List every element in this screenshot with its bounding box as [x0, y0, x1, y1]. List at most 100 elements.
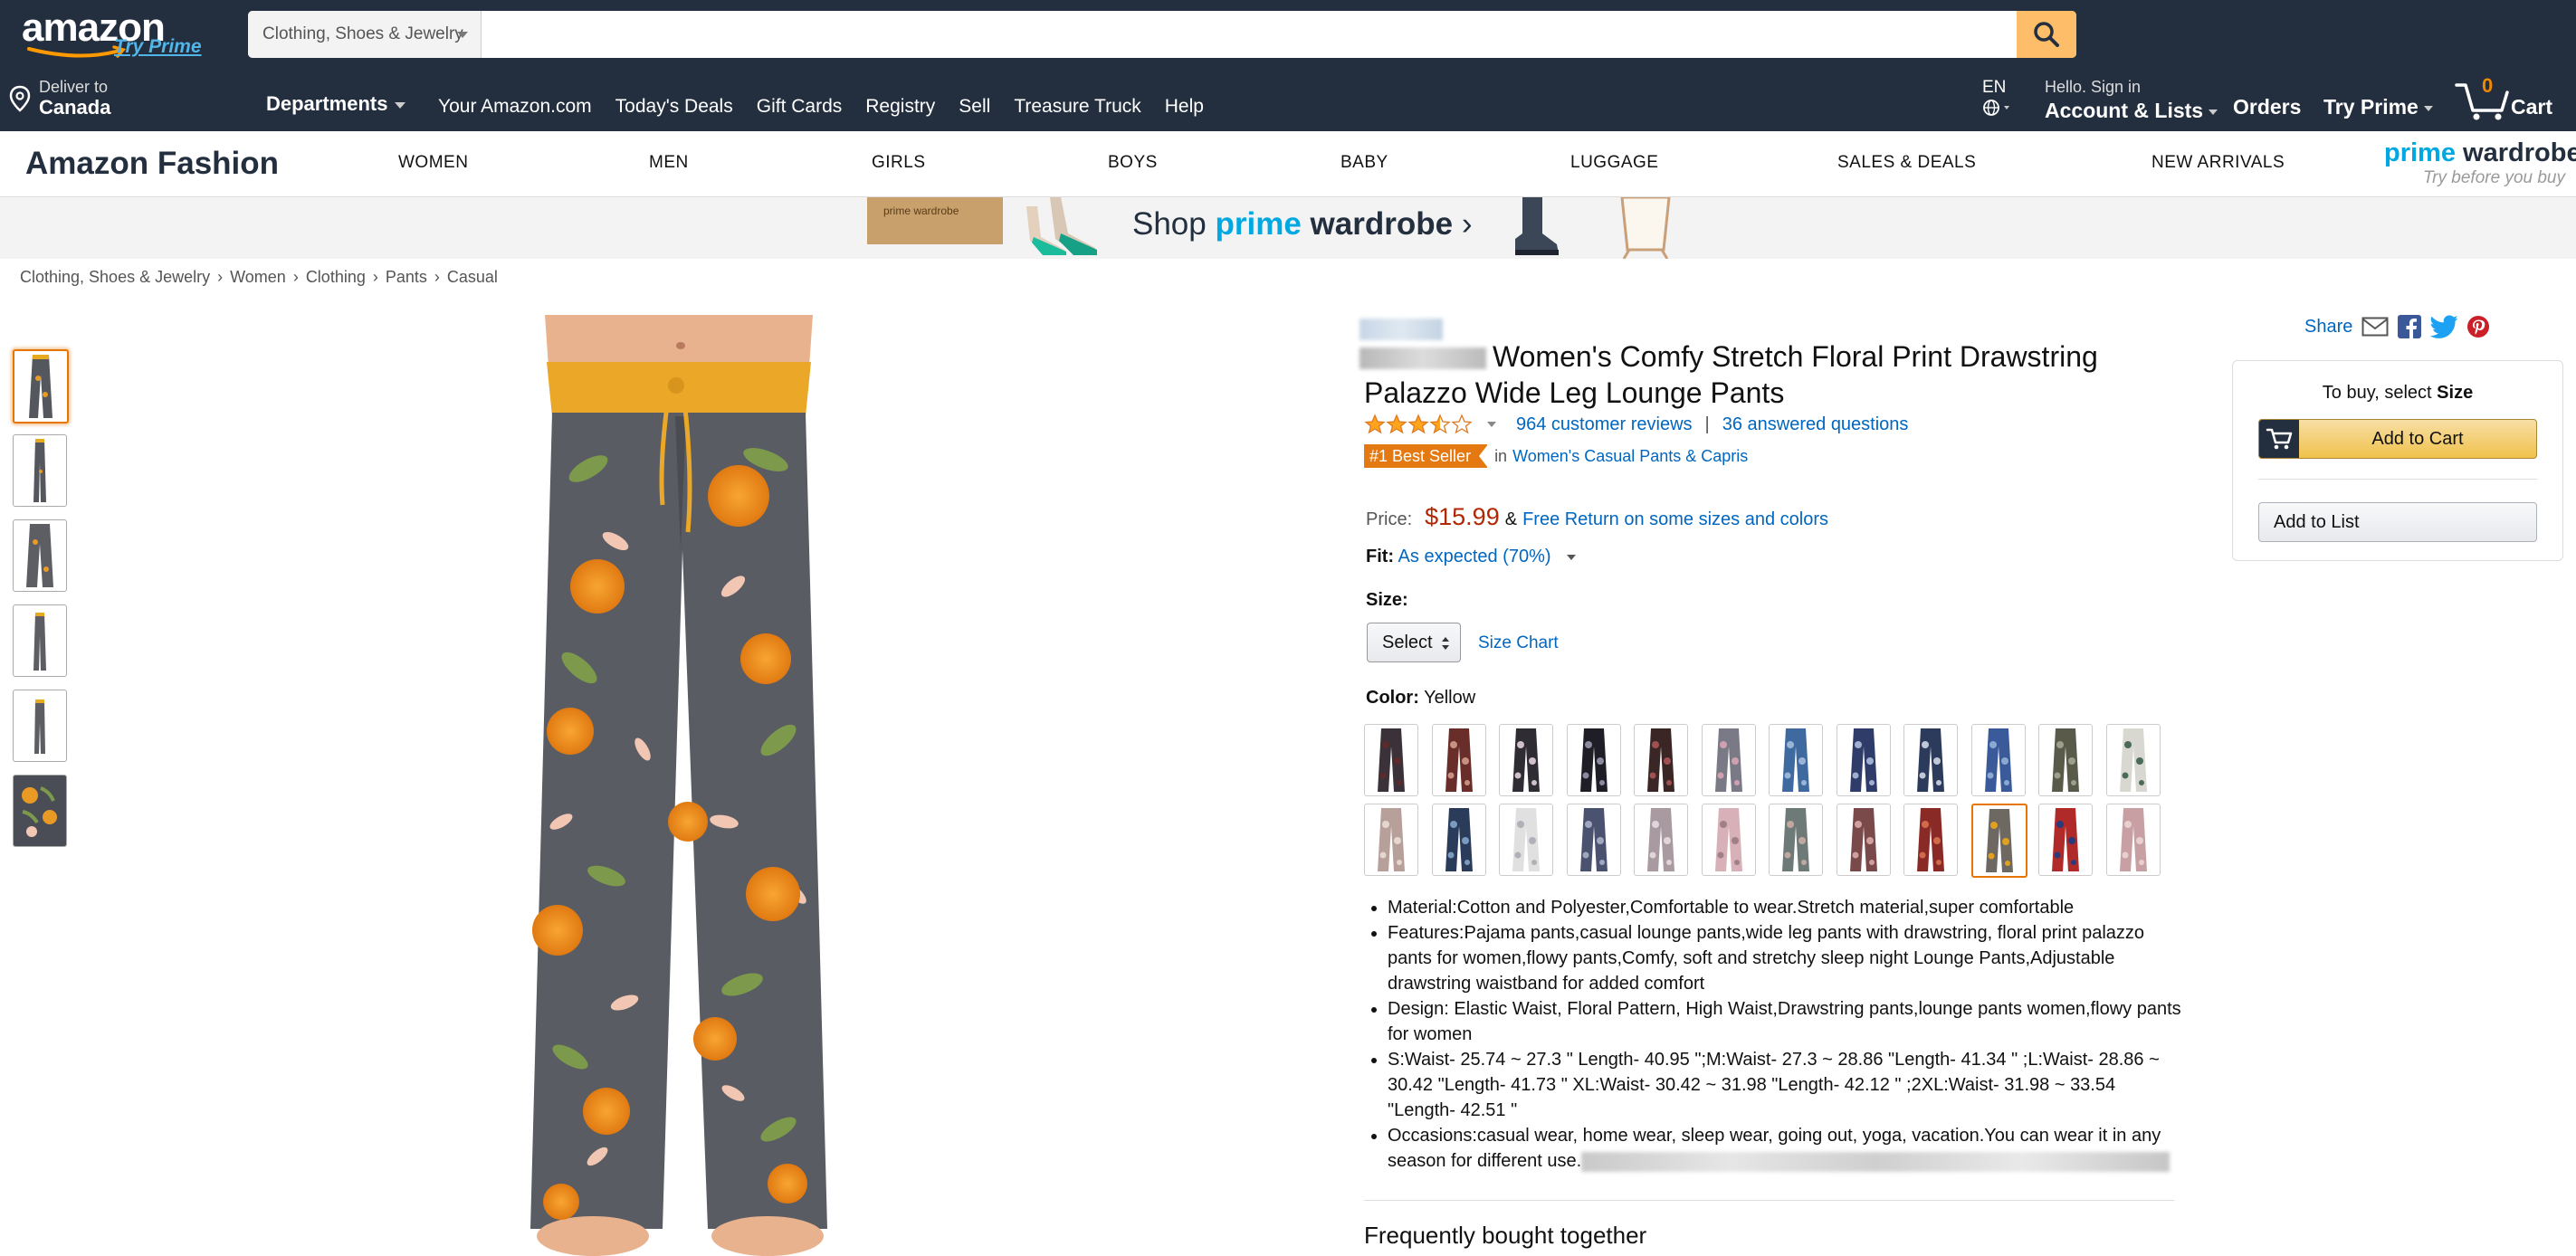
chevron-down-icon[interactable] [1487, 422, 1496, 427]
fashion-link-women[interactable]: WOMEN [398, 153, 468, 173]
buy-box-hint-bold: Size [2437, 383, 2474, 403]
banner-box-label: prime wardrobe [883, 205, 959, 217]
fashion-link-men[interactable]: MEN [649, 153, 689, 173]
color-swatch[interactable] [1364, 724, 1418, 796]
buy-box-divider [2258, 479, 2537, 480]
color-swatch[interactable] [2105, 724, 2161, 796]
color-swatch[interactable] [1499, 724, 1553, 796]
nav-link-registry[interactable]: Registry [865, 96, 935, 118]
try-prime-menu[interactable]: Try Prime [2323, 95, 2433, 119]
fashion-link-new-arrivals[interactable]: NEW ARRIVALS [2151, 153, 2285, 173]
nav-link-sell[interactable]: Sell [959, 96, 990, 118]
fashion-link-baby[interactable]: BABY [1340, 153, 1388, 173]
color-swatch[interactable] [1970, 804, 2027, 878]
brand-name-redacted[interactable] [1360, 319, 1443, 340]
breadcrumb-item[interactable]: Clothing [306, 268, 366, 286]
add-to-cart-button[interactable]: Add to Cart [2258, 419, 2537, 459]
pants-swatch-image [1445, 808, 1473, 871]
color-swatch[interactable] [2105, 804, 2161, 876]
breadcrumb-item[interactable]: Casual [447, 268, 498, 286]
breadcrumb-item[interactable]: Pants [386, 268, 427, 286]
color-swatch[interactable] [1903, 724, 1958, 796]
chevron-down-icon [395, 101, 406, 109]
amazon-logo[interactable]: amazon Try Prime [22, 5, 203, 60]
color-swatch[interactable] [1769, 724, 1823, 796]
breadcrumb-item[interactable]: Women [230, 268, 286, 286]
search-input[interactable] [482, 11, 2017, 58]
orders-link[interactable]: Orders [2233, 95, 2301, 119]
best-seller-row: #1 Best Seller in Women's Casual Pants &… [1364, 444, 1748, 468]
nav-link-gift-cards[interactable]: Gift Cards [757, 96, 843, 118]
add-to-list-button[interactable]: Add to List [2258, 502, 2537, 542]
twitter-icon[interactable] [2430, 315, 2458, 338]
fit-label: Fit: [1366, 547, 1395, 566]
fashion-link-girls[interactable]: GIRLS [872, 153, 926, 173]
color-swatch[interactable] [1836, 804, 1891, 876]
color-swatch[interactable] [2038, 804, 2093, 876]
search-button[interactable] [2017, 11, 2076, 58]
color-swatch[interactable] [1431, 804, 1486, 876]
color-swatch[interactable] [1970, 724, 2026, 796]
pinterest-icon[interactable] [2466, 315, 2490, 338]
buy-box: To buy, select Size Add to Cart Add to L… [2232, 360, 2563, 561]
banner-text: Shop prime wardrobe › [1132, 206, 1472, 243]
product-thumbnail[interactable] [13, 434, 67, 507]
cart-link[interactable]: 0 Cart [2455, 74, 2572, 121]
breadcrumb: Clothing, Shoes & Jewelry › Women › Clothing… [20, 268, 498, 287]
color-swatch[interactable] [1499, 804, 1553, 876]
facebook-icon[interactable] [2398, 315, 2422, 338]
prime-wardrobe-logo[interactable]: prime wardrobe Try before you buy [2384, 138, 2576, 191]
color-swatch[interactable] [1566, 804, 1621, 876]
price-label: Price: [1366, 509, 1413, 529]
pants-swatch-image [2052, 728, 2079, 792]
fashion-subnav: Amazon Fashion WOMEN MEN GIRLS BOYS BABY… [0, 131, 2576, 197]
nav-link-help[interactable]: Help [1165, 96, 1204, 118]
deliver-to-location[interactable]: Deliver to Canada [9, 76, 190, 119]
star-rating-icon[interactable] [1364, 414, 1478, 435]
product-thumbnail[interactable] [13, 604, 67, 677]
pants-thumbnail-image [33, 613, 46, 671]
color-swatch[interactable] [1701, 724, 1756, 796]
account-and-lists-menu[interactable]: Hello. Sign in Account & Lists [2045, 78, 2218, 123]
price-value: $15.99 [1425, 503, 1500, 530]
fashion-link-boys[interactable]: BOYS [1108, 153, 1158, 173]
customer-reviews-link[interactable]: 964 customer reviews [1516, 414, 1693, 435]
fashion-link-luggage[interactable]: LUGGAGE [1570, 153, 1658, 173]
chevron-down-icon[interactable] [1567, 554, 1577, 560]
departments-menu[interactable]: Departments [266, 92, 406, 116]
email-icon[interactable] [2361, 317, 2389, 337]
logo-try-prime-link[interactable]: Try Prime [114, 36, 202, 58]
color-swatch[interactable] [1903, 804, 1958, 876]
best-seller-category-link[interactable]: Women's Casual Pants & Capris [1512, 447, 1748, 466]
nav-link-treasure-truck[interactable]: Treasure Truck [1014, 96, 1140, 118]
color-swatch[interactable] [1634, 724, 1688, 796]
fashion-link-sales-deals[interactable]: SALES & DEALS [1837, 153, 1976, 173]
color-swatch[interactable] [1634, 804, 1688, 876]
color-swatch[interactable] [2038, 724, 2093, 796]
color-swatch[interactable] [1769, 804, 1823, 876]
answered-questions-link[interactable]: 36 answered questions [1722, 414, 1909, 435]
product-thumbnail[interactable] [13, 349, 69, 423]
search-category-dropdown[interactable]: Clothing, Shoes & Jewelry [248, 11, 482, 58]
pants-thumbnail-image [34, 699, 45, 754]
color-swatch[interactable] [1701, 804, 1756, 876]
color-swatch[interactable] [1364, 804, 1418, 876]
product-thumbnail[interactable] [13, 519, 67, 592]
pants-swatch-image [1782, 728, 1809, 792]
nav-link-your-amazon[interactable]: Your Amazon.com [438, 96, 592, 118]
breadcrumb-item[interactable]: Clothing, Shoes & Jewelry [20, 268, 210, 286]
color-swatch[interactable] [1431, 724, 1486, 796]
deliver-country: Canada [39, 96, 111, 119]
color-swatch[interactable] [1566, 724, 1621, 796]
fit-value-link[interactable]: As expected (70%) [1398, 547, 1551, 566]
prime-wardrobe-banner[interactable]: prime wardrobe Shop prime wardrobe › [0, 197, 2576, 259]
product-main-image[interactable] [507, 315, 851, 1256]
product-thumbnail[interactable] [13, 775, 67, 847]
product-thumbnail[interactable] [13, 690, 67, 762]
free-return-link[interactable]: Free Return on some sizes and colors [1522, 509, 1828, 530]
nav-link-todays-deals[interactable]: Today's Deals [615, 96, 733, 118]
size-dropdown[interactable]: Select [1367, 623, 1461, 662]
size-chart-link[interactable]: Size Chart [1478, 633, 1559, 653]
color-swatch[interactable] [1836, 724, 1891, 796]
amazon-fashion-title[interactable]: Amazon Fashion [25, 146, 279, 182]
